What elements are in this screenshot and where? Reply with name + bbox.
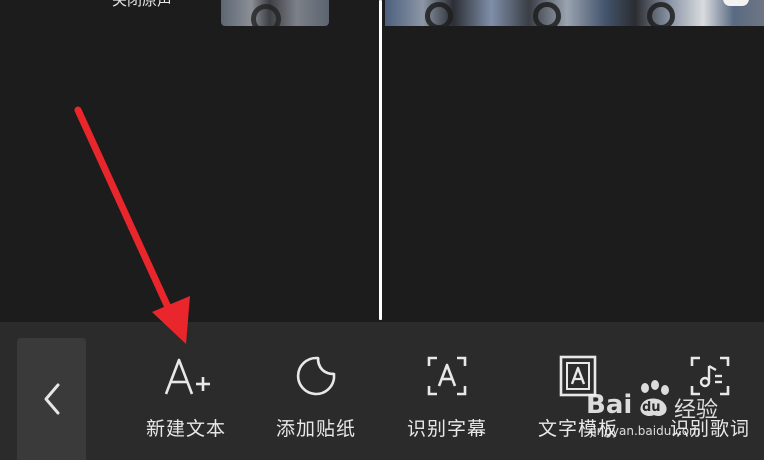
playhead[interactable] (379, 0, 382, 320)
watermark-brand-right: du (642, 400, 661, 415)
add-sticker-button[interactable]: 添加贴纸 (256, 352, 376, 452)
watermark-brand-left: Bai (586, 390, 633, 420)
recognize-subtitle-button[interactable]: 识别字幕 (387, 352, 507, 452)
watermark-brand-cn: 经验 (674, 398, 719, 423)
mute-original-audio-label[interactable]: 关闭原声 (112, 0, 172, 9)
watermark-url: jingyan.baidu.com (590, 424, 701, 438)
recognize-subtitle-label: 识别字幕 (406, 418, 487, 440)
video-clip-thumbnail[interactable] (221, 0, 329, 26)
recognize-subtitle-icon (427, 356, 467, 396)
chevron-left-icon (44, 383, 59, 415)
timeline-area: 关闭原声 (0, 0, 764, 322)
baidu-jingyan-watermark: Bai du 经验 jingyan.baidu.com (586, 376, 764, 446)
back-button[interactable] (17, 338, 86, 460)
add-text-icon (164, 358, 210, 395)
sticker-icon (296, 356, 336, 396)
add-sticker-label: 添加贴纸 (275, 418, 356, 440)
new-text-button[interactable]: 新建文本 (126, 352, 246, 452)
new-text-label: 新建文本 (145, 418, 226, 440)
video-track-thumbnails[interactable] (385, 0, 764, 30)
